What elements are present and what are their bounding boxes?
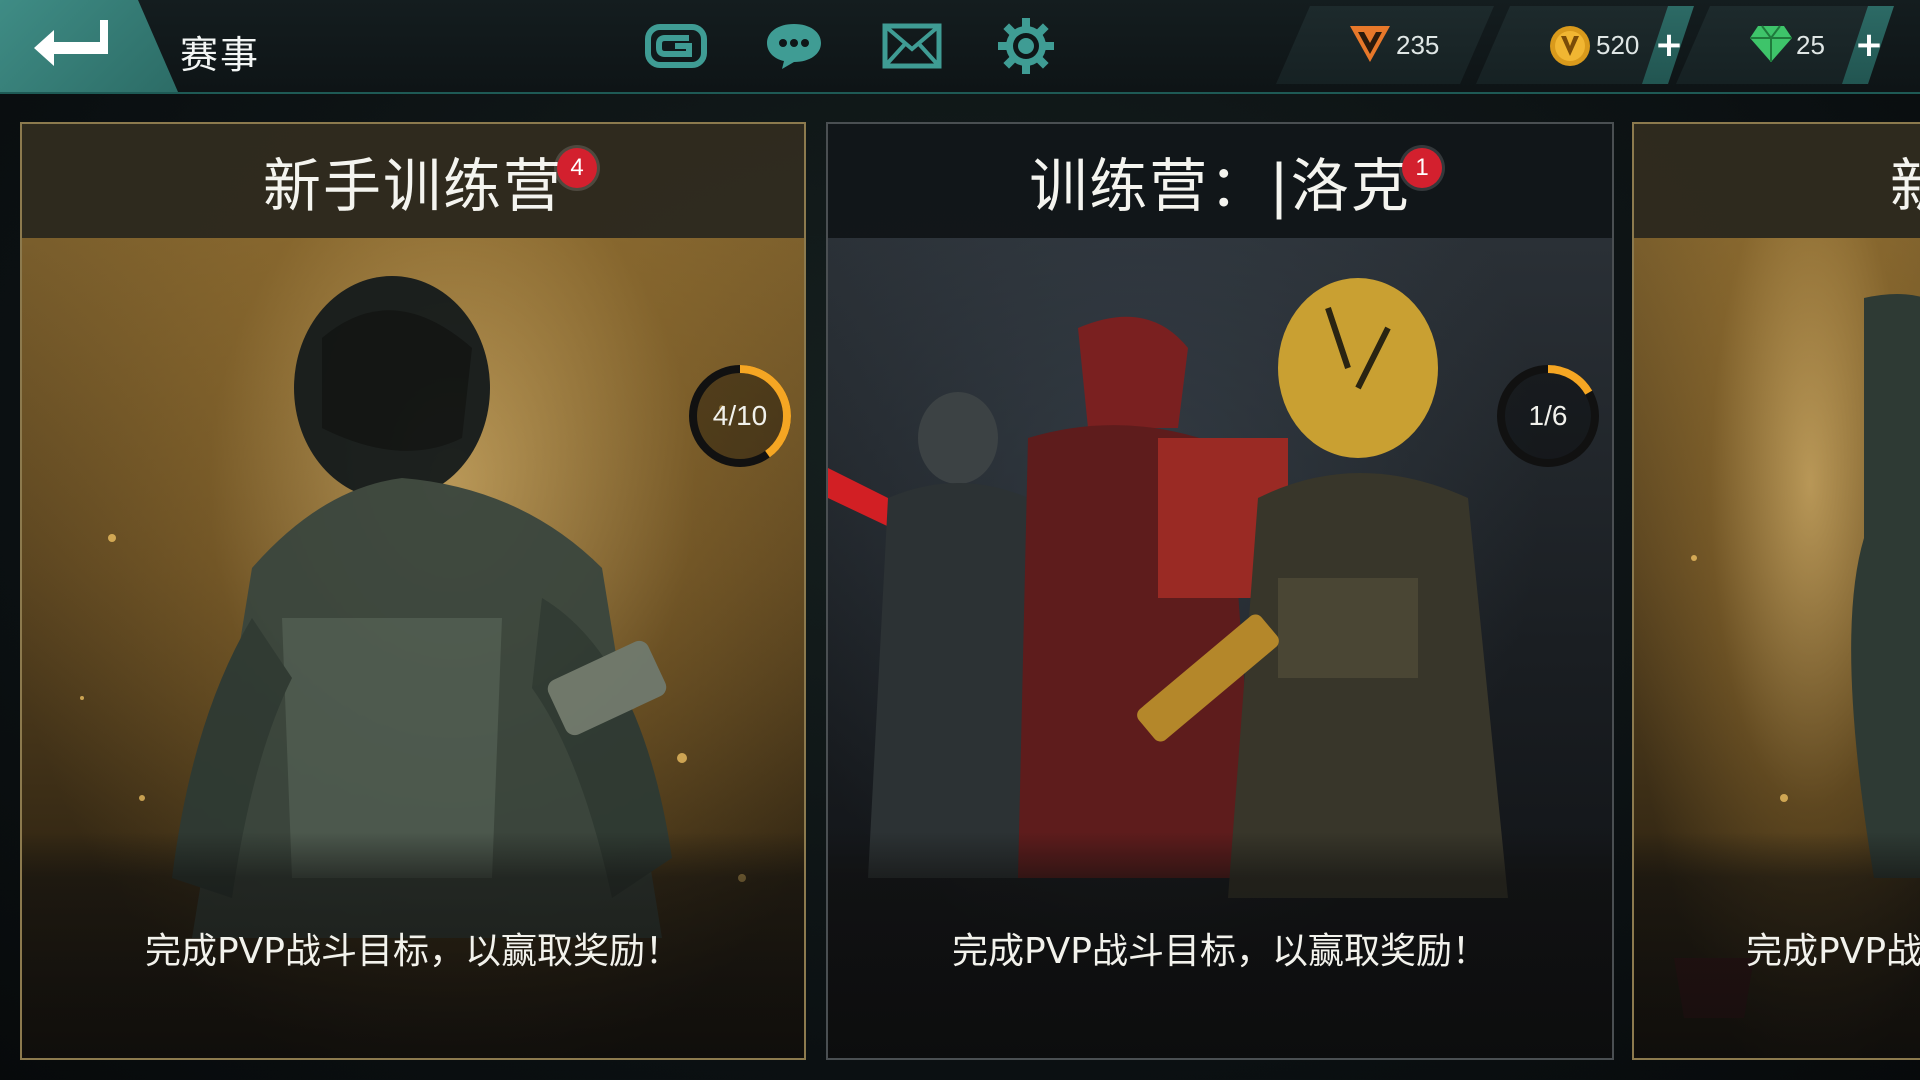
- v-badge-icon: [1348, 24, 1392, 68]
- progress-text: 1/6: [1528, 400, 1568, 431]
- mail-button[interactable]: [876, 14, 948, 78]
- back-arrow-icon: [34, 20, 108, 66]
- notification-badge: 1: [1402, 148, 1442, 188]
- card-footer: 完成PVP战: [1634, 832, 1920, 1058]
- gameloft-icon: [645, 24, 707, 68]
- currency-value: 235: [1396, 30, 1440, 60]
- settings-button[interactable]: [990, 14, 1062, 78]
- card-title: 新: [1890, 139, 1920, 223]
- card-description: 完成PVP战斗目标，以赢取奖励！: [144, 931, 682, 972]
- card-footer: 完成PVP战斗目标，以赢取奖励！: [828, 832, 1612, 1058]
- card-title: 训练营：|洛克: [1029, 152, 1411, 220]
- notification-badge: 4: [557, 148, 597, 188]
- top-bar: 赛事 235 520 + 25 +: [0, 0, 1920, 94]
- event-card-rookie-camp[interactable]: 4/10 新手训练营 4 完成PVP战斗目标，以赢取奖励！: [20, 122, 806, 1060]
- card-title: 新手训练营: [262, 152, 563, 220]
- event-card-lock-camp[interactable]: 1/6 训练营：|洛克 1 完成PVP战斗目标，以赢取奖励！: [826, 122, 1614, 1060]
- progress-label-wrap: 1/6: [1494, 362, 1602, 470]
- card-description: 完成PVP战斗目标，以赢取奖励！: [951, 931, 1489, 972]
- currency-v-points: 235: [1276, 6, 1494, 84]
- diamond-icon: [1748, 24, 1794, 68]
- event-card-partial[interactable]: 新 完成PVP战: [1632, 122, 1920, 1060]
- card-description: 完成PVP战: [1746, 931, 1920, 972]
- progress-text: 4/10: [712, 400, 768, 431]
- gameloft-button[interactable]: [640, 14, 712, 78]
- chat-button[interactable]: [758, 14, 830, 78]
- back-button[interactable]: [0, 0, 178, 92]
- chat-icon: [767, 24, 821, 69]
- settings-icon: [998, 18, 1054, 74]
- gold-coin-icon: [1548, 24, 1592, 72]
- page-title: 赛事: [180, 33, 261, 77]
- card-header: 新手训练营: [22, 124, 804, 238]
- card-header: 训练营：|洛克: [828, 124, 1612, 238]
- card-footer: 完成PVP战斗目标，以赢取奖励！: [22, 832, 804, 1058]
- currency-value: 25: [1796, 30, 1825, 60]
- progress-label-wrap: 4/10: [686, 362, 794, 470]
- card-header: 新: [1634, 124, 1920, 238]
- mail-icon: [882, 23, 942, 69]
- currency-value: 520: [1596, 30, 1640, 60]
